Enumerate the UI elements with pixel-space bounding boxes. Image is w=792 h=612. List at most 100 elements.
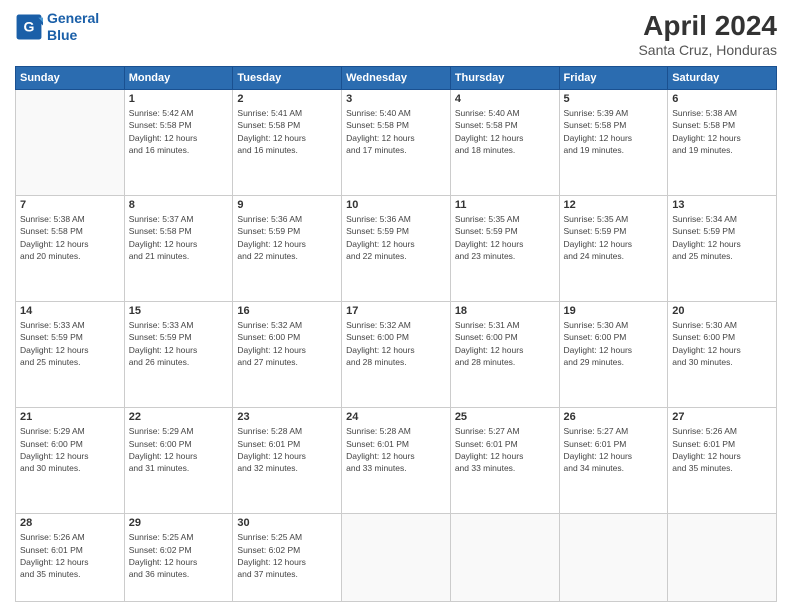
- calendar-header-sunday: Sunday: [16, 67, 125, 90]
- day-number: 28: [20, 517, 120, 529]
- logo: G General Blue: [15, 10, 99, 44]
- day-number: 19: [564, 305, 664, 317]
- day-info: Sunrise: 5:40 AMSunset: 5:58 PMDaylight:…: [346, 107, 446, 156]
- day-number: 12: [564, 199, 664, 211]
- day-number: 29: [129, 517, 229, 529]
- day-number: 21: [20, 411, 120, 423]
- calendar-cell: 20 Sunrise: 5:30 AMSunset: 6:00 PMDayligh…: [668, 302, 777, 408]
- day-info: Sunrise: 5:28 AMSunset: 6:01 PMDaylight:…: [237, 425, 337, 474]
- calendar-header-tuesday: Tuesday: [233, 67, 342, 90]
- day-number: 6: [672, 93, 772, 105]
- calendar-cell: 3 Sunrise: 5:40 AMSunset: 5:58 PMDaylight…: [342, 90, 451, 196]
- calendar-cell: [559, 514, 668, 602]
- calendar-header-monday: Monday: [124, 67, 233, 90]
- calendar-cell: 29 Sunrise: 5:25 AMSunset: 6:02 PMDayligh…: [124, 514, 233, 602]
- calendar-cell: 17 Sunrise: 5:32 AMSunset: 6:00 PMDayligh…: [342, 302, 451, 408]
- day-number: 4: [455, 93, 555, 105]
- calendar-header-saturday: Saturday: [668, 67, 777, 90]
- day-info: Sunrise: 5:39 AMSunset: 5:58 PMDaylight:…: [564, 107, 664, 156]
- calendar-cell: 4 Sunrise: 5:40 AMSunset: 5:58 PMDaylight…: [450, 90, 559, 196]
- logo-line1: General: [47, 10, 99, 26]
- day-info: Sunrise: 5:33 AMSunset: 5:59 PMDaylight:…: [20, 319, 120, 368]
- day-info: Sunrise: 5:37 AMSunset: 5:58 PMDaylight:…: [129, 213, 229, 262]
- subtitle: Santa Cruz, Honduras: [638, 42, 777, 58]
- calendar-cell: 25 Sunrise: 5:27 AMSunset: 6:01 PMDayligh…: [450, 408, 559, 514]
- calendar-cell: 1 Sunrise: 5:42 AMSunset: 5:58 PMDaylight…: [124, 90, 233, 196]
- day-info: Sunrise: 5:38 AMSunset: 5:58 PMDaylight:…: [672, 107, 772, 156]
- calendar-cell: 12 Sunrise: 5:35 AMSunset: 5:59 PMDayligh…: [559, 196, 668, 302]
- calendar-cell: 21Sunrise: 5:29 AMSunset: 6:00 PMDayligh…: [16, 408, 125, 514]
- day-number: 13: [672, 199, 772, 211]
- calendar-table: SundayMondayTuesdayWednesdayThursdayFrid…: [15, 66, 777, 602]
- calendar-cell: 6 Sunrise: 5:38 AMSunset: 5:58 PMDaylight…: [668, 90, 777, 196]
- day-number: 17: [346, 305, 446, 317]
- day-number: 5: [564, 93, 664, 105]
- day-info: Sunrise: 5:32 AMSunset: 6:00 PMDaylight:…: [346, 319, 446, 368]
- page: G General Blue April 2024 Santa Cruz, Ho…: [0, 0, 792, 612]
- day-info: Sunrise: 5:32 AMSunset: 6:00 PMDaylight:…: [237, 319, 337, 368]
- calendar-cell: 14 Sunrise: 5:33 AMSunset: 5:59 PMDayligh…: [16, 302, 125, 408]
- day-number: 23: [237, 411, 337, 423]
- day-number: 20: [672, 305, 772, 317]
- day-info: Sunrise: 5:26 AMSunset: 6:01 PMDaylight:…: [672, 425, 772, 474]
- calendar-cell: 5 Sunrise: 5:39 AMSunset: 5:58 PMDaylight…: [559, 90, 668, 196]
- day-info: Sunrise: 5:40 AMSunset: 5:58 PMDaylight:…: [455, 107, 555, 156]
- logo-icon: G: [15, 13, 43, 41]
- day-number: 8: [129, 199, 229, 211]
- calendar-cell: 28Sunrise: 5:26 AMSunset: 6:01 PMDayligh…: [16, 514, 125, 602]
- logo-text: General Blue: [47, 10, 99, 44]
- calendar-cell: 22 Sunrise: 5:29 AMSunset: 6:00 PMDayligh…: [124, 408, 233, 514]
- calendar-header-wednesday: Wednesday: [342, 67, 451, 90]
- day-info: Sunrise: 5:35 AMSunset: 5:59 PMDaylight:…: [564, 213, 664, 262]
- svg-text:G: G: [24, 18, 35, 34]
- calendar-cell: 30Sunrise: 5:25 AMSunset: 6:02 PMDayligh…: [233, 514, 342, 602]
- day-info: Sunrise: 5:27 AMSunset: 6:01 PMDaylight:…: [564, 425, 664, 474]
- day-info: Sunrise: 5:30 AMSunset: 6:00 PMDaylight:…: [672, 319, 772, 368]
- calendar-cell: 24Sunrise: 5:28 AMSunset: 6:01 PMDayligh…: [342, 408, 451, 514]
- calendar-cell: [16, 90, 125, 196]
- day-number: 11: [455, 199, 555, 211]
- day-info: Sunrise: 5:29 AMSunset: 6:00 PMDaylight:…: [129, 425, 229, 474]
- calendar-cell: 10 Sunrise: 5:36 AMSunset: 5:59 PMDayligh…: [342, 196, 451, 302]
- title-block: April 2024 Santa Cruz, Honduras: [638, 10, 777, 58]
- day-info: Sunrise: 5:33 AMSunset: 5:59 PMDaylight:…: [129, 319, 229, 368]
- day-number: 9: [237, 199, 337, 211]
- day-number: 30: [237, 517, 337, 529]
- day-info: Sunrise: 5:36 AMSunset: 5:59 PMDaylight:…: [237, 213, 337, 262]
- calendar-cell: 15 Sunrise: 5:33 AMSunset: 5:59 PMDayligh…: [124, 302, 233, 408]
- calendar-cell: 2 Sunrise: 5:41 AMSunset: 5:58 PMDaylight…: [233, 90, 342, 196]
- day-info: Sunrise: 5:27 AMSunset: 6:01 PMDaylight:…: [455, 425, 555, 474]
- calendar-cell: 19Sunrise: 5:30 AMSunset: 6:00 PMDayligh…: [559, 302, 668, 408]
- day-info: Sunrise: 5:34 AMSunset: 5:59 PMDaylight:…: [672, 213, 772, 262]
- day-number: 22: [129, 411, 229, 423]
- day-number: 3: [346, 93, 446, 105]
- calendar-cell: 26 Sunrise: 5:27 AMSunset: 6:01 PMDayligh…: [559, 408, 668, 514]
- day-info: Sunrise: 5:36 AMSunset: 5:59 PMDaylight:…: [346, 213, 446, 262]
- day-number: 1: [129, 93, 229, 105]
- header: G General Blue April 2024 Santa Cruz, Ho…: [15, 10, 777, 58]
- day-number: 26: [564, 411, 664, 423]
- day-number: 2: [237, 93, 337, 105]
- calendar-cell: 11 Sunrise: 5:35 AMSunset: 5:59 PMDayligh…: [450, 196, 559, 302]
- day-number: 25: [455, 411, 555, 423]
- day-number: 16: [237, 305, 337, 317]
- calendar-cell: 13 Sunrise: 5:34 AMSunset: 5:59 PMDayligh…: [668, 196, 777, 302]
- day-number: 7: [20, 199, 120, 211]
- day-info: Sunrise: 5:41 AMSunset: 5:58 PMDaylight:…: [237, 107, 337, 156]
- calendar-cell: 23 Sunrise: 5:28 AMSunset: 6:01 PMDayligh…: [233, 408, 342, 514]
- day-number: 14: [20, 305, 120, 317]
- calendar-header-friday: Friday: [559, 67, 668, 90]
- logo-line2: Blue: [47, 27, 77, 43]
- day-info: Sunrise: 5:42 AMSunset: 5:58 PMDaylight:…: [129, 107, 229, 156]
- calendar-cell: 8 Sunrise: 5:37 AMSunset: 5:58 PMDaylight…: [124, 196, 233, 302]
- calendar-header-thursday: Thursday: [450, 67, 559, 90]
- calendar-cell: 9 Sunrise: 5:36 AMSunset: 5:59 PMDaylight…: [233, 196, 342, 302]
- day-info: Sunrise: 5:35 AMSunset: 5:59 PMDaylight:…: [455, 213, 555, 262]
- day-info: Sunrise: 5:38 AMSunset: 5:58 PMDaylight:…: [20, 213, 120, 262]
- calendar-cell: [450, 514, 559, 602]
- day-number: 15: [129, 305, 229, 317]
- calendar-cell: 27Sunrise: 5:26 AMSunset: 6:01 PMDayligh…: [668, 408, 777, 514]
- main-title: April 2024: [638, 10, 777, 42]
- day-number: 10: [346, 199, 446, 211]
- day-info: Sunrise: 5:25 AMSunset: 6:02 PMDaylight:…: [129, 531, 229, 580]
